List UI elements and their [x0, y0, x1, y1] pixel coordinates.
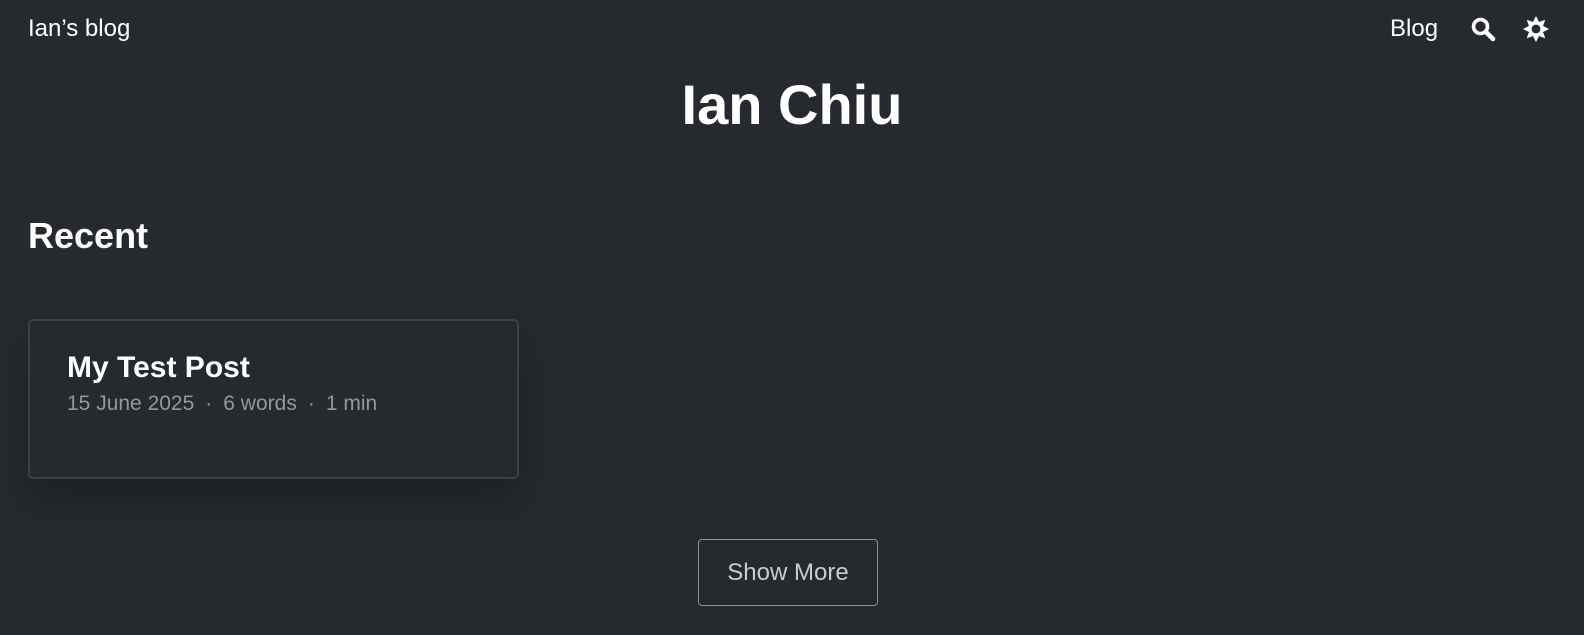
post-word-count: 6 words	[223, 392, 297, 415]
post-meta: 15 June 2025 · 6 words · 1 min	[67, 391, 377, 417]
page-title: Ian Chiu	[681, 73, 903, 136]
meta-separator: ·	[307, 392, 315, 415]
sun-icon	[1523, 16, 1549, 42]
site-header: Ian’s blog Blog	[0, 0, 1584, 60]
post-date: 15 June 2025	[67, 392, 195, 415]
page: Ian’s blog Blog Ian Chiu Recent My Test …	[0, 0, 1584, 635]
site-brand-link[interactable]: Ian’s blog	[28, 12, 130, 46]
nav-blog-link[interactable]: Blog	[1390, 12, 1438, 46]
post-card[interactable]: My Test Post 15 June 2025 · 6 words · 1 min	[28, 319, 519, 479]
show-more-button[interactable]: Show More	[698, 539, 878, 606]
recent-heading: Recent	[28, 215, 149, 256]
post-title[interactable]: My Test Post	[67, 349, 250, 387]
theme-toggle-button[interactable]	[1521, 14, 1551, 44]
post-reading-time: 1 min	[325, 392, 378, 415]
meta-separator: ·	[205, 392, 213, 415]
search-button[interactable]	[1468, 14, 1498, 44]
search-icon	[1471, 17, 1496, 42]
